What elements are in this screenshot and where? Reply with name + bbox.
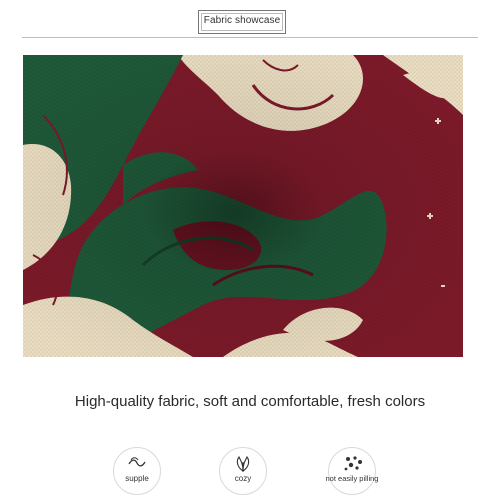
dots-icon [344,456,362,471]
header-divider [22,37,478,38]
tagline: High-quality fabric, soft and comfortabl… [74,393,426,410]
section-title-tab: Fabric showcase [198,10,286,34]
feature-label: not easily pilling [325,474,379,483]
knit-fabric-image [23,55,463,357]
feature-label: supple [125,474,149,483]
feature-not-easily-pilling: not easily pilling [326,447,378,495]
leaf-icon [236,455,250,473]
fabric-photo [23,55,463,357]
section-title: Fabric showcase [203,15,281,26]
wave-icon [128,457,146,467]
feature-supple: supple [113,447,161,495]
feature-cozy: cozy [219,447,267,495]
feature-label: cozy [234,474,252,483]
